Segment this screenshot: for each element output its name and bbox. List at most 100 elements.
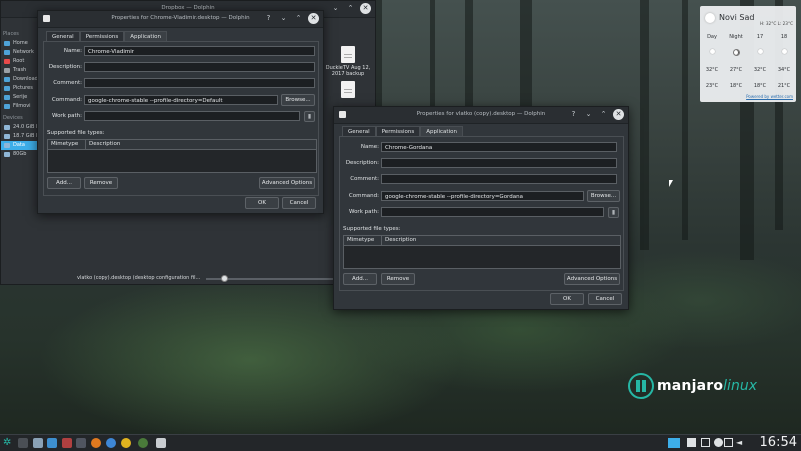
name-label: Name:	[63, 48, 82, 54]
device-2[interactable]: 18.7 GiB H	[1, 132, 40, 141]
browse-button[interactable]: Browse...	[281, 94, 315, 106]
mimetype-table[interactable]: Mimetype Description	[343, 235, 621, 269]
browser-icon[interactable]	[106, 438, 116, 448]
work-path-field[interactable]	[84, 111, 300, 121]
description-label: Description:	[48, 64, 82, 70]
home-icon	[4, 41, 10, 46]
vm-icon[interactable]	[47, 438, 57, 448]
col-mimetype[interactable]: Mimetype	[48, 140, 86, 149]
chrome-icon[interactable]	[121, 438, 131, 448]
name-field[interactable]: Chrome-Gordana	[381, 142, 617, 152]
forecast-col-night: Night	[729, 34, 743, 40]
name-field[interactable]: Chrome-Vladimir	[84, 46, 315, 56]
display-icon[interactable]	[724, 438, 733, 447]
folder-icon	[4, 95, 10, 100]
description-label: Description:	[345, 160, 379, 166]
show-desktop-icon[interactable]	[668, 438, 680, 448]
network-icon[interactable]	[701, 438, 710, 447]
col-mimetype[interactable]: Mimetype	[344, 236, 382, 245]
maximize-icon[interactable]: ⌃	[345, 3, 356, 14]
comment-field[interactable]	[84, 78, 315, 88]
close-icon[interactable]: ✕	[360, 3, 371, 14]
place-pictures[interactable]: Pictures	[1, 84, 39, 93]
firefox-icon[interactable]	[91, 438, 101, 448]
chrome-window-icon[interactable]	[138, 438, 148, 448]
dialog1-titlebar[interactable]: Properties for Chrome-Vladimir.desktop —…	[38, 11, 323, 28]
comment-label: Comment:	[350, 176, 379, 182]
powered-by-link[interactable]: Powered by wetter.com	[746, 94, 793, 99]
clipboard-icon[interactable]	[687, 438, 696, 447]
folder-browse-icon[interactable]: ▮	[304, 111, 315, 122]
help-icon[interactable]: ?	[568, 109, 579, 120]
places-header: Places	[3, 31, 19, 37]
close-icon[interactable]: ✕	[613, 109, 624, 120]
sun-icon	[757, 49, 763, 54]
close-icon[interactable]: ✕	[308, 13, 319, 24]
minimize-icon[interactable]: ⌄	[330, 3, 341, 14]
dolphin-window-icon[interactable]	[156, 438, 166, 448]
app-launcher-icon[interactable]: ✲	[3, 438, 13, 448]
weather-widget[interactable]: Novi Sad H: 32°C L: 23°C Day Night 17 18…	[700, 6, 796, 102]
command-field[interactable]: google-chrome-stable --profile-directory…	[84, 95, 278, 105]
device-1[interactable]: 24.0 GiB H	[1, 123, 40, 132]
properties-dialog-vlatko[interactable]: Properties for vlatko (copy).desktop — D…	[333, 106, 629, 310]
folder-browse-icon[interactable]: ▮	[608, 207, 619, 218]
place-trash[interactable]: Trash	[1, 66, 39, 75]
remove-button[interactable]: Remove	[84, 177, 118, 189]
description-field[interactable]	[84, 62, 315, 72]
remove-button[interactable]: Remove	[381, 273, 415, 285]
minimize-icon[interactable]: ⌄	[583, 109, 594, 120]
zoom-slider[interactable]	[206, 275, 336, 282]
terminal-icon[interactable]	[18, 438, 28, 448]
add-button[interactable]: Add...	[47, 177, 81, 189]
command-field[interactable]: google-chrome-stable --profile-directory…	[381, 191, 584, 201]
drive-icon	[4, 152, 10, 157]
ok-button[interactable]: OK	[245, 197, 279, 209]
file-item[interactable]: DuckieTV Aug 12, 2017 backup	[323, 46, 373, 100]
help-icon[interactable]: ?	[263, 13, 274, 24]
description-field[interactable]	[381, 158, 617, 168]
forecast-col-17: 17	[756, 34, 764, 40]
col-description[interactable]: Description	[86, 140, 120, 149]
supported-types-label: Supported file types:	[47, 130, 105, 136]
add-button[interactable]: Add...	[343, 273, 377, 285]
mimetype-table[interactable]: Mimetype Description	[47, 139, 317, 173]
col-description[interactable]: Description	[382, 236, 416, 245]
taskbar: ✲ ◄ 16:54	[0, 434, 801, 451]
app-icon[interactable]	[62, 438, 72, 448]
clock[interactable]: 16:54	[760, 435, 797, 451]
place-root[interactable]: Root	[1, 57, 39, 66]
comment-field[interactable]	[381, 174, 617, 184]
place-download[interactable]: Download	[1, 75, 39, 84]
place-home[interactable]: Home	[1, 39, 39, 48]
forecast-low: 18°C	[753, 83, 767, 89]
volume-icon[interactable]: ◄	[736, 438, 745, 447]
maximize-icon[interactable]: ⌃	[598, 109, 609, 120]
sun-icon	[709, 49, 715, 54]
cancel-button[interactable]: Cancel	[282, 197, 316, 209]
advanced-options-button[interactable]: Advanced Options	[259, 177, 315, 189]
dialog2-titlebar[interactable]: Properties for vlatko (copy).desktop — D…	[334, 107, 628, 124]
status-text: vlatko (copy).desktop (desktop configura…	[77, 275, 201, 281]
file-manager-icon[interactable]	[33, 438, 43, 448]
minimize-icon[interactable]: ⌄	[278, 13, 289, 24]
app-icon[interactable]	[76, 438, 86, 448]
updates-icon[interactable]	[714, 438, 723, 447]
work-path-field[interactable]	[381, 207, 604, 217]
maximize-icon[interactable]: ⌃	[293, 13, 304, 24]
place-serije[interactable]: Serije	[1, 93, 39, 102]
trash-icon	[4, 68, 10, 73]
cancel-button[interactable]: Cancel	[588, 293, 622, 305]
place-network[interactable]: Network	[1, 48, 39, 57]
moon-icon	[732, 49, 740, 56]
browse-button[interactable]: Browse...	[587, 190, 620, 202]
place-filmovi[interactable]: Filmovi	[1, 102, 39, 111]
ok-button[interactable]: OK	[550, 293, 584, 305]
properties-dialog-vladimir[interactable]: Properties for Chrome-Vladimir.desktop —…	[37, 10, 324, 214]
device-data[interactable]: Data	[1, 141, 39, 150]
device-80gb[interactable]: 80Gb	[1, 150, 39, 159]
advanced-options-button[interactable]: Advanced Options	[564, 273, 620, 285]
mouse-cursor	[669, 180, 673, 187]
zoom-slider-handle[interactable]	[221, 275, 228, 282]
logo-word-manjaro: manjaro	[657, 378, 724, 394]
